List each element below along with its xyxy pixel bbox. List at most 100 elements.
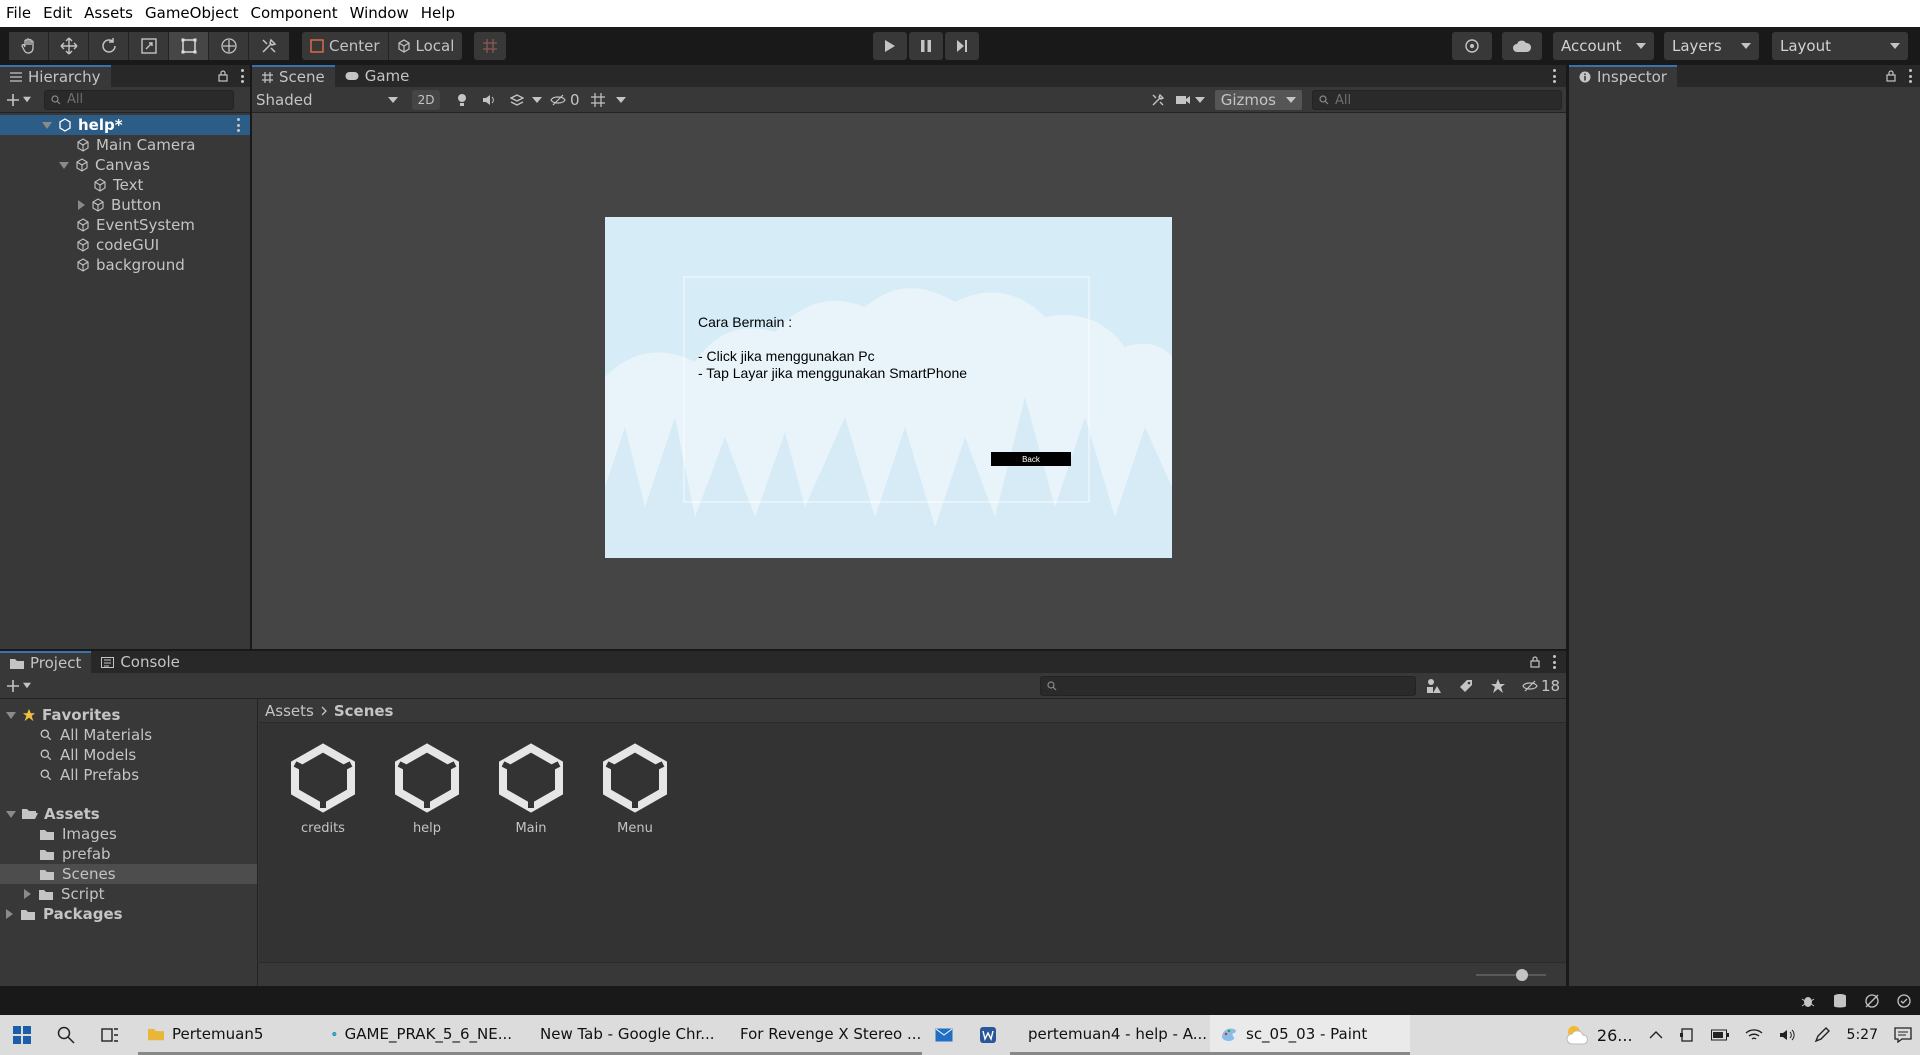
zoom-slider-track[interactable] [1476, 969, 1546, 981]
menu-assets[interactable]: Assets [78, 0, 139, 27]
hierarchy-item-text[interactable]: Text [0, 175, 250, 195]
database-icon[interactable] [1832, 993, 1848, 1009]
lock-icon[interactable] [1530, 656, 1540, 668]
hierarchy-item-canvas[interactable]: Canvas [0, 155, 250, 175]
search-by-type-icon[interactable] [1426, 678, 1442, 694]
battery-icon[interactable] [1710, 1029, 1729, 1041]
notifications-icon[interactable] [1894, 1027, 1912, 1043]
create-button[interactable] [6, 93, 32, 107]
tree-folder-scenes[interactable]: Scenes [0, 864, 257, 884]
tree-assets[interactable]: Assets [0, 804, 257, 824]
lock-icon[interactable] [1886, 70, 1896, 82]
audio-icon[interactable] [482, 94, 496, 106]
tab-inspector[interactable]: Inspector [1569, 65, 1677, 87]
expand-arrow-icon[interactable] [42, 121, 52, 129]
tab-scene[interactable]: Scene [252, 65, 335, 87]
taskbar-item-word[interactable] [966, 1015, 1010, 1055]
taskbar-item-chrome-music[interactable]: For Revenge X Stereo ... [722, 1015, 922, 1055]
check-circle-icon[interactable] [1896, 993, 1912, 1009]
step-button[interactable] [945, 32, 979, 60]
more-options-icon[interactable] [1552, 655, 1556, 669]
asset-main[interactable]: Main [491, 743, 571, 836]
task-view-button[interactable] [88, 1015, 132, 1055]
scene-row[interactable]: help* [0, 115, 250, 135]
hand-tool-icon[interactable] [9, 32, 49, 60]
rotate-tool-icon[interactable] [89, 32, 129, 60]
scene-search-input[interactable]: All [1312, 90, 1562, 110]
wifi-icon[interactable] [1745, 1028, 1763, 1042]
tools-icon[interactable] [1151, 93, 1165, 107]
create-asset-button[interactable] [6, 679, 32, 693]
scene-menu-icon[interactable] [236, 118, 240, 132]
taskbar-item-unity[interactable]: pertemuan4 - help - A... [1010, 1015, 1210, 1055]
taskbar-item-paint[interactable]: sc_05_03 - Paint [1210, 1015, 1410, 1055]
taskbar-item-mail[interactable] [922, 1015, 966, 1055]
hierarchy-search-input[interactable]: All [44, 89, 234, 110]
effects-icon[interactable] [510, 93, 524, 106]
pen-icon[interactable] [1813, 1026, 1831, 1044]
network-off-icon[interactable] [1864, 993, 1880, 1009]
tree-folder-images[interactable]: Images [0, 824, 257, 844]
breadcrumb-scenes[interactable]: Scenes [334, 702, 394, 720]
hierarchy-item-eventsystem[interactable]: EventSystem [0, 215, 250, 235]
more-options-icon[interactable] [1908, 69, 1912, 83]
menu-edit[interactable]: Edit [37, 0, 78, 27]
taskbar-item-edge[interactable]: GAME_PRAK_5_6_NE... [322, 1015, 522, 1055]
transform-tool-icon[interactable] [209, 32, 249, 60]
lock-icon[interactable] [218, 70, 228, 82]
chevron-up-icon[interactable] [1649, 1030, 1663, 1040]
game-canvas[interactable]: Cara Bermain : - Click jika menggunakan … [605, 217, 1172, 558]
star-icon[interactable] [1490, 678, 1506, 694]
tab-console[interactable]: Console [91, 651, 190, 673]
bug-icon[interactable] [1800, 993, 1816, 1009]
asset-menu[interactable]: Menu [595, 743, 675, 836]
play-button[interactable] [873, 32, 907, 60]
hierarchy-item-background[interactable]: background [0, 255, 250, 275]
start-button[interactable] [0, 1015, 44, 1055]
gizmos-dropdown[interactable]: Gizmos [1214, 90, 1302, 110]
taskbar-item-explorer[interactable]: Pertemuan5 [138, 1015, 322, 1055]
snap-grid-button[interactable] [474, 32, 506, 60]
hidden-packages-toggle[interactable]: 18 [1522, 677, 1560, 695]
lighting-icon[interactable] [456, 93, 468, 107]
volume-icon[interactable] [1779, 1028, 1797, 1042]
camera-dropdown[interactable] [1175, 94, 1205, 106]
tree-packages[interactable]: Packages [0, 904, 257, 924]
more-options-icon[interactable] [1552, 69, 1556, 83]
collapse-arrow-icon[interactable] [6, 909, 13, 919]
pause-button[interactable] [909, 32, 943, 60]
hierarchy-item-main-camera[interactable]: Main Camera [0, 135, 250, 155]
expand-arrow-icon[interactable] [6, 810, 16, 818]
collapse-arrow-icon[interactable] [78, 200, 85, 210]
menu-component[interactable]: Component [245, 0, 344, 27]
toggle-2d-button[interactable]: 2D [412, 89, 440, 110]
tree-favorite-item[interactable]: All Materials [0, 725, 257, 745]
asset-help[interactable]: help [387, 743, 467, 836]
pivot-local-button[interactable]: Local [388, 32, 463, 60]
zoom-slider-thumb[interactable] [1515, 969, 1528, 981]
chevron-down-icon[interactable] [532, 96, 542, 103]
tree-folder-prefab[interactable]: prefab [0, 844, 257, 864]
scale-tool-icon[interactable] [129, 32, 169, 60]
expand-arrow-icon[interactable] [59, 161, 69, 169]
grid-toggle[interactable] [590, 92, 626, 108]
label-icon[interactable] [1458, 678, 1474, 694]
taskbar-item-chrome-newtab[interactable]: New Tab - Google Chr... [522, 1015, 722, 1055]
device-icon[interactable] [1679, 1027, 1695, 1043]
expand-arrow-icon[interactable] [6, 711, 16, 719]
hidden-objects-toggle[interactable]: 0 [550, 91, 580, 109]
collapse-arrow-icon[interactable] [24, 889, 31, 899]
asset-credits[interactable]: credits [283, 743, 363, 836]
tree-favorite-item[interactable]: All Models [0, 745, 257, 765]
cloud-button[interactable] [1502, 32, 1542, 60]
shading-dropdown[interactable]: Shaded [256, 91, 402, 109]
tab-hierarchy[interactable]: Hierarchy [0, 65, 111, 87]
menu-file[interactable]: File [0, 0, 37, 27]
tree-favorite-item[interactable]: All Prefabs [0, 765, 257, 785]
pivot-center-button[interactable]: Center [302, 32, 389, 60]
move-tool-icon[interactable] [49, 32, 89, 60]
tab-game[interactable]: Game [335, 65, 420, 87]
menu-window[interactable]: Window [344, 0, 415, 27]
account-dropdown[interactable]: Account [1553, 32, 1654, 60]
layout-dropdown[interactable]: Layout [1772, 32, 1908, 60]
